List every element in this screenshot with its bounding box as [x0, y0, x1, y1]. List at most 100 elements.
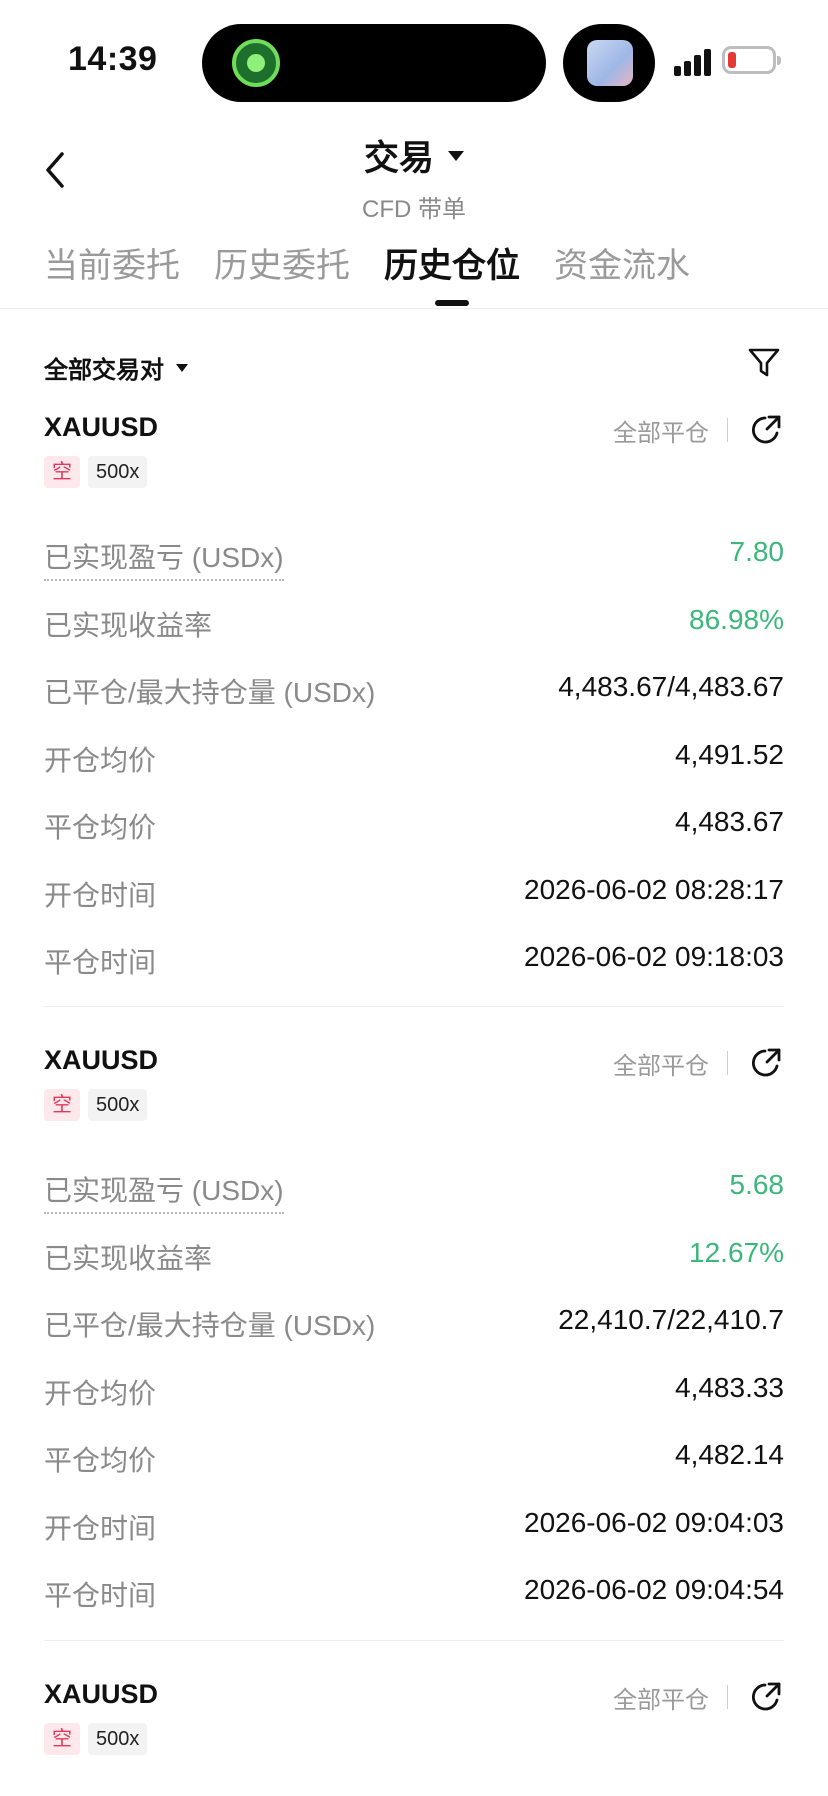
close-avg-price-value: 4,482.14 [675, 1439, 784, 1470]
share-icon[interactable] [748, 1679, 784, 1715]
open-avg-price-label: 开仓均价 [44, 744, 157, 776]
open-time-value: 2026-06-02 08:28:17 [524, 873, 784, 905]
close-time-label: 平仓时间 [44, 947, 157, 978]
open-avg-price-row: 开仓均价 4,491.52 [44, 739, 784, 807]
tab-position-history[interactable]: 历史仓位 [384, 238, 520, 306]
realized-return-row: 已实现收益率 86.98% [44, 604, 784, 672]
caret-down-icon [176, 363, 188, 372]
tab-bar: 当前委托 历史委托 历史仓位 资金流水 [44, 238, 690, 306]
position-header: XAUUSD 空 500x 全部平仓 [44, 1679, 784, 1779]
leverage-badge: 500x [88, 1089, 148, 1121]
status-time: 14:39 [68, 40, 158, 78]
position-symbol: XAUUSD [44, 1679, 159, 1709]
close-time-value: 2026-06-02 09:18:03 [524, 941, 784, 972]
page-title: 交易 [363, 139, 434, 178]
position-card[interactable]: XAUUSD 空 500x 全部平仓 已实现盈亏 (USDx) 5.68 已实现… [44, 1045, 784, 1642]
close-time-label: 平仓时间 [44, 1580, 157, 1611]
dynamic-island-thumbnail [563, 24, 655, 102]
filter-row: 全部交易对 [44, 348, 784, 390]
close-time-row: 平仓时间 2026-06-02 09:18:03 [44, 941, 784, 1009]
close-all-button[interactable]: 全部平仓 [613, 1046, 709, 1081]
live-activity-icon [232, 39, 280, 87]
position-actions: 全部平仓 [613, 1679, 784, 1715]
side-badge: 空 [44, 456, 80, 488]
open-avg-price-row: 开仓均价 4,483.33 [44, 1372, 784, 1440]
close-time-value: 2026-06-02 09:04:54 [524, 1574, 784, 1605]
page-header: 交易 CFD 带单 [0, 130, 828, 224]
divider [727, 1051, 728, 1075]
status-bar: 14:39 [0, 0, 828, 110]
position-header: XAUUSD 空 500x 全部平仓 [44, 412, 784, 512]
realized-return-value: 86.98% [689, 603, 784, 635]
realized-return-row: 已实现收益率 12.67% [44, 1237, 784, 1305]
side-badge: 空 [44, 1089, 80, 1121]
close-avg-price-label: 平仓均价 [44, 1445, 157, 1476]
close-avg-price-value: 4,483.67 [675, 806, 784, 837]
active-tab-indicator [435, 300, 469, 306]
open-time-value: 2026-06-02 09:04:03 [524, 1506, 784, 1538]
position-symbol: XAUUSD [44, 412, 159, 442]
position-tags: 空 500x [44, 1723, 148, 1755]
position-details: 已实现盈亏 (USDx) 5.68 已实现收益率 12.67% 已平仓/最大持仓… [44, 1169, 784, 1642]
closed-max-size-row: 已平仓/最大持仓量 (USDx) 22,410.7/22,410.7 [44, 1304, 784, 1372]
close-avg-price-row: 平仓均价 4,482.14 [44, 1439, 784, 1507]
divider [727, 1685, 728, 1709]
battery-icon [722, 46, 781, 74]
tab-order-history[interactable]: 历史委托 [214, 238, 350, 294]
card-divider [44, 1640, 784, 1641]
tab-label: 历史仓位 [384, 247, 520, 285]
position-card[interactable]: XAUUSD 空 500x 全部平仓 [44, 1679, 784, 1779]
filter-icon[interactable] [744, 342, 784, 382]
dynamic-island [202, 24, 546, 102]
pair-filter-dropdown[interactable]: 全部交易对 [44, 350, 188, 385]
realized-pnl-value: 5.68 [729, 1169, 785, 1200]
close-time-row: 平仓时间 2026-06-02 09:04:54 [44, 1574, 784, 1642]
realized-pnl-row: 已实现盈亏 (USDx) 7.80 [44, 536, 784, 604]
thumbnail-icon [587, 40, 633, 86]
caret-down-icon [448, 150, 464, 161]
position-details: 已实现盈亏 (USDx) 7.80 已实现收益率 86.98% 已平仓/最大持仓… [44, 536, 784, 1009]
position-symbol: XAUUSD [44, 1045, 159, 1075]
closed-max-size-label: 已平仓/最大持仓量 (USDx) [44, 677, 376, 708]
page-title-dropdown[interactable]: 交易 [364, 130, 464, 181]
pair-filter-label: 全部交易对 [44, 357, 164, 384]
divider [0, 308, 828, 309]
leverage-badge: 500x [88, 1723, 148, 1755]
tab-fund-flow[interactable]: 资金流水 [554, 238, 690, 294]
open-time-label: 开仓时间 [44, 879, 157, 911]
close-avg-price-row: 平仓均价 4,483.67 [44, 806, 784, 874]
closed-max-size-label: 已平仓/最大持仓量 (USDx) [44, 1310, 376, 1341]
position-header: XAUUSD 空 500x 全部平仓 [44, 1045, 784, 1145]
position-tags: 空 500x [44, 1089, 148, 1121]
divider [727, 418, 728, 442]
realized-return-value: 12.67% [689, 1236, 784, 1268]
page-subtitle: CFD 带单 [362, 196, 466, 223]
open-time-label: 开仓时间 [44, 1512, 157, 1544]
open-time-row: 开仓时间 2026-06-02 09:04:03 [44, 1507, 784, 1575]
open-time-row: 开仓时间 2026-06-02 08:28:17 [44, 874, 784, 942]
realized-pnl-label[interactable]: 已实现盈亏 (USDx) [44, 536, 284, 581]
close-all-button[interactable]: 全部平仓 [613, 413, 709, 448]
position-card[interactable]: XAUUSD 空 500x 全部平仓 已实现盈亏 (USDx) 7.80 已实现… [44, 412, 784, 1009]
realized-return-label: 已实现收益率 [44, 1242, 213, 1274]
closed-max-size-row: 已平仓/最大持仓量 (USDx) 4,483.67/4,483.67 [44, 671, 784, 739]
realized-pnl-value: 7.80 [729, 536, 785, 567]
open-avg-price-label: 开仓均价 [44, 1377, 157, 1409]
share-icon[interactable] [748, 412, 784, 448]
realized-pnl-row: 已实现盈亏 (USDx) 5.68 [44, 1169, 784, 1237]
side-badge: 空 [44, 1723, 80, 1755]
card-divider [44, 1006, 784, 1007]
realized-pnl-label[interactable]: 已实现盈亏 (USDx) [44, 1169, 284, 1214]
tab-current-orders[interactable]: 当前委托 [44, 238, 180, 294]
share-icon[interactable] [748, 1045, 784, 1081]
signal-icon [674, 48, 712, 76]
open-avg-price-value: 4,491.52 [675, 738, 784, 770]
close-all-button[interactable]: 全部平仓 [613, 1680, 709, 1715]
open-avg-price-value: 4,483.33 [675, 1371, 784, 1403]
position-tags: 空 500x [44, 456, 148, 488]
position-actions: 全部平仓 [613, 412, 784, 448]
closed-max-size-value: 4,483.67/4,483.67 [558, 671, 784, 702]
realized-return-label: 已实现收益率 [44, 609, 213, 641]
closed-max-size-value: 22,410.7/22,410.7 [558, 1304, 784, 1335]
leverage-badge: 500x [88, 456, 148, 488]
